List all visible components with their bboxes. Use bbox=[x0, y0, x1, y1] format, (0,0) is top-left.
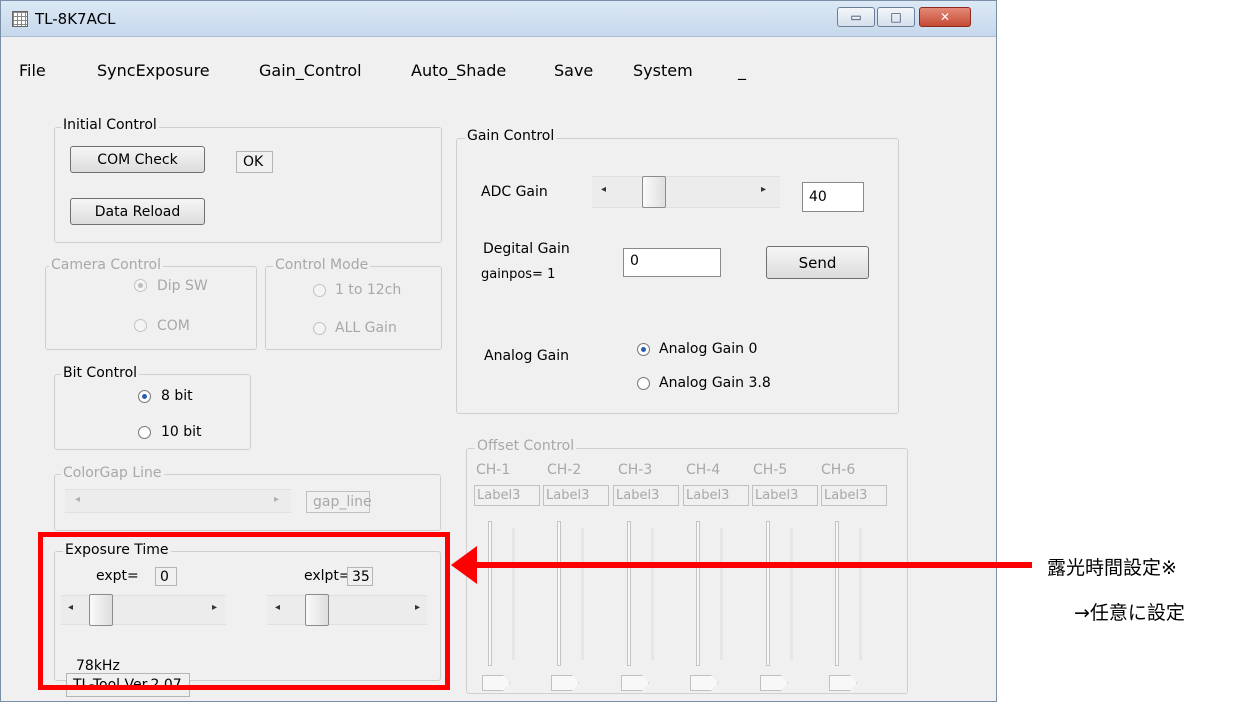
camera-dipsw-label: Dip SW bbox=[157, 278, 208, 294]
menu-save[interactable]: Save bbox=[554, 61, 593, 80]
app-icon bbox=[12, 11, 28, 27]
camera-com-radio[interactable] bbox=[134, 319, 147, 332]
colorgap-right-arrow-icon[interactable]: ▸ bbox=[274, 494, 279, 505]
adc-gain-value[interactable]: 40 bbox=[802, 182, 864, 212]
bit-control-group bbox=[54, 374, 251, 450]
channel-slider-track[interactable] bbox=[835, 521, 839, 666]
channel-slider-rail bbox=[651, 528, 654, 660]
channel-slider-rail bbox=[790, 528, 793, 660]
channel-label: CH-2 bbox=[547, 462, 582, 478]
arrow-line bbox=[470, 562, 1032, 568]
analog-gain-label: Analog Gain bbox=[484, 348, 570, 364]
bit-8-label: 8 bit bbox=[161, 388, 193, 404]
adc-right-arrow-icon[interactable]: ▸ bbox=[761, 184, 766, 195]
adc-slider-thumb[interactable] bbox=[642, 176, 666, 208]
menu-underscore[interactable]: _ bbox=[738, 61, 746, 80]
annotation-line2: →任意に設定 bbox=[1074, 602, 1185, 624]
offset-control-title: Offset Control bbox=[475, 438, 577, 454]
colorgap-value: gap_line bbox=[306, 491, 372, 513]
minimize-icon: ▭ bbox=[850, 10, 862, 24]
window-title: TL-8K7ACL bbox=[35, 10, 116, 28]
minimize-button[interactable]: ▭ bbox=[837, 7, 875, 27]
digital-gain-input[interactable]: 0 bbox=[623, 248, 721, 277]
channel-slider-rail bbox=[581, 528, 584, 660]
channel-value: Label3 bbox=[543, 485, 609, 506]
channel-value: Label3 bbox=[613, 485, 679, 506]
channel-slider-track[interactable] bbox=[488, 521, 492, 666]
camera-com-label: COM bbox=[157, 318, 190, 334]
channel-slider-track[interactable] bbox=[766, 521, 770, 666]
channel-value: Label3 bbox=[752, 485, 818, 506]
title-bar[interactable]: TL-8K7ACL ▭ □ ✕ bbox=[1, 1, 996, 37]
bit-8-radio[interactable] bbox=[138, 390, 151, 403]
close-icon: ✕ bbox=[939, 10, 951, 24]
channel-slider-track[interactable] bbox=[557, 521, 561, 666]
highlight-box bbox=[38, 532, 450, 690]
send-button[interactable]: Send bbox=[766, 246, 869, 279]
initial-control-group bbox=[54, 127, 442, 243]
initial-control-title: Initial Control bbox=[61, 117, 159, 133]
menu-auto-shade[interactable]: Auto_Shade bbox=[411, 61, 506, 80]
adc-left-arrow-icon[interactable]: ◂ bbox=[601, 184, 606, 195]
com-status: OK bbox=[236, 151, 273, 173]
mode-allgain-label: ALL Gain bbox=[335, 320, 397, 336]
channel-label: CH-3 bbox=[618, 462, 653, 478]
mode-1to12ch-label: 1 to 12ch bbox=[335, 282, 402, 298]
menu-syncexposure[interactable]: SyncExposure bbox=[97, 61, 210, 80]
analog-gain-0-label: Analog Gain 0 bbox=[659, 341, 758, 357]
channel-slider-rail bbox=[512, 528, 515, 660]
maximize-icon: □ bbox=[890, 10, 902, 24]
close-button[interactable]: ✕ bbox=[919, 7, 971, 27]
digital-gain-label: Degital Gain bbox=[483, 241, 570, 257]
gain-control-title: Gain Control bbox=[465, 128, 557, 144]
channel-label: CH-1 bbox=[476, 462, 511, 478]
bit-10-radio[interactable] bbox=[138, 426, 151, 439]
channel-slider-track[interactable] bbox=[627, 521, 631, 666]
camera-dipsw-radio[interactable] bbox=[134, 279, 147, 292]
channel-slider-track[interactable] bbox=[696, 521, 700, 666]
analog-gain-0-radio[interactable] bbox=[637, 343, 650, 356]
annotation-line1: 露光時間設定※ bbox=[1047, 557, 1177, 579]
mode-allgain-radio[interactable] bbox=[313, 322, 326, 335]
maximize-button[interactable]: □ bbox=[877, 7, 915, 27]
channel-value: Label3 bbox=[683, 485, 749, 506]
control-mode-group bbox=[265, 266, 442, 350]
adc-gain-slider[interactable] bbox=[592, 176, 780, 208]
camera-control-title: Camera Control bbox=[49, 257, 163, 273]
colorgap-scrollbar[interactable] bbox=[65, 489, 291, 513]
menu-gain-control[interactable]: Gain_Control bbox=[259, 61, 362, 80]
menu-file[interactable]: File bbox=[19, 61, 46, 80]
gainpos-text: gainpos= 1 bbox=[481, 267, 556, 282]
adc-gain-label: ADC Gain bbox=[481, 184, 548, 200]
data-reload-button[interactable]: Data Reload bbox=[70, 198, 205, 225]
channel-label: CH-5 bbox=[753, 462, 788, 478]
mode-1to12ch-radio[interactable] bbox=[313, 284, 326, 297]
channel-slider-rail bbox=[720, 528, 723, 660]
colorgap-title: ColorGap Line bbox=[61, 465, 164, 481]
com-check-button[interactable]: COM Check bbox=[70, 146, 205, 173]
channel-label: CH-4 bbox=[686, 462, 721, 478]
menu-system[interactable]: System bbox=[633, 61, 693, 80]
bit-10-label: 10 bit bbox=[161, 424, 202, 440]
analog-gain-38-label: Analog Gain 3.8 bbox=[659, 375, 771, 391]
channel-value: Label3 bbox=[821, 485, 887, 506]
channel-label: CH-6 bbox=[821, 462, 856, 478]
channel-value: Label3 bbox=[474, 485, 540, 506]
control-mode-title: Control Mode bbox=[273, 257, 371, 273]
channel-slider-rail bbox=[859, 528, 862, 660]
camera-control-group bbox=[45, 266, 257, 350]
colorgap-left-arrow-icon[interactable]: ◂ bbox=[75, 494, 80, 505]
bit-control-title: Bit Control bbox=[61, 365, 140, 381]
analog-gain-38-radio[interactable] bbox=[637, 377, 650, 390]
